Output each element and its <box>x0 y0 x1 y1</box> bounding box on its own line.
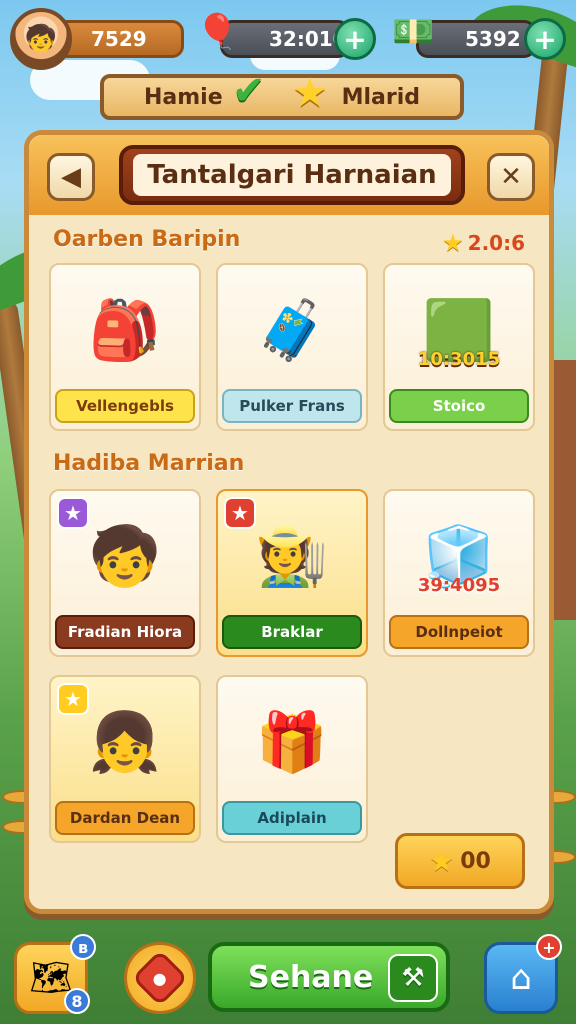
claim-value: 00 <box>460 848 491 874</box>
claim-button[interactable]: ★ 00 <box>395 833 525 889</box>
close-icon: ✕ <box>500 162 522 192</box>
heart-balloon-icon: 🎈 <box>196 12 239 52</box>
star-icon[interactable]: ★ <box>292 70 328 116</box>
card-label: Adiplain <box>222 801 362 835</box>
stop-icon: ● <box>131 949 189 1007</box>
boy-avatar-icon: 🧒 <box>24 24 58 54</box>
character-card[interactable]: ★ 🧑‍🌾 Braklar <box>216 489 368 657</box>
item-card[interactable]: 🟩 10:3015 Stoico <box>383 263 535 431</box>
back-button[interactable]: ◀ <box>47 153 95 201</box>
card-label: Dardan Dean <box>55 801 195 835</box>
home-icon: ⌂ <box>510 958 532 998</box>
timer-counter: 32:010 <box>220 20 350 58</box>
character-icon: 🧒 <box>88 521 162 590</box>
character-icon: 👧 <box>88 707 162 776</box>
close-button[interactable]: ✕ <box>487 153 535 201</box>
notification-badge: 8 <box>64 988 90 1014</box>
star-icon: ★ <box>442 229 464 257</box>
card-label: Braklar <box>222 615 362 649</box>
card-label: Fradian Hiora <box>55 615 195 649</box>
item-card[interactable]: 🧳 Pulker Frans <box>216 263 368 431</box>
notification-badge: + <box>536 934 562 960</box>
bluetooth-badge: ʙ <box>70 934 96 960</box>
card-label: Vellengebls <box>55 389 195 423</box>
add-time-button[interactable]: + <box>334 18 376 60</box>
section-title: Oarben Baripin <box>53 227 241 252</box>
character-card[interactable]: ★ 🧒 Fradian Hiora <box>49 489 201 657</box>
item-card[interactable]: 🎒 Vellengebls <box>49 263 201 431</box>
tools-icon: ⚒ <box>388 954 438 1002</box>
avatar[interactable]: 🧒 <box>10 8 72 70</box>
section-rating: ★ 2.0:6 <box>442 229 525 257</box>
title-plaque: Tantalgari Harnaian <box>119 145 465 205</box>
cash-value: 5392 <box>465 27 521 51</box>
card-timer: 39:4095 <box>417 575 501 596</box>
item-card[interactable]: 🎁 Adiplain <box>216 675 368 843</box>
panel-header: ◀ Tantalgari Harnaian ✕ <box>29 135 549 215</box>
panel-title: Tantalgari Harnaian <box>133 154 451 196</box>
blue-cube-icon: 🧊 <box>422 521 496 590</box>
backpack-icon: 🎒 <box>88 295 162 364</box>
card-label: Pulker Frans <box>222 389 362 423</box>
check-arrow-icon[interactable]: ✔ <box>232 68 266 114</box>
gift-box-icon: 🎁 <box>255 707 329 776</box>
section-title: Hadiba Marrian <box>53 451 245 476</box>
search-button[interactable]: Sehane ⚒ <box>208 942 450 1012</box>
character-card[interactable]: ★ 👧 Dardan Dean <box>49 675 201 843</box>
card-label: Stoico <box>389 389 529 423</box>
main-panel: ◀ Tantalgari Harnaian ✕ Oarben Baripin ★… <box>24 130 554 914</box>
mode-selector: Hamie Mlarid <box>100 74 464 120</box>
item-card[interactable]: 🧊 39:4095 Dollnpeiot <box>383 489 535 657</box>
rating-value: 2.0:6 <box>467 231 525 255</box>
search-label: Sehane <box>248 959 374 995</box>
card-label: Dollnpeiot <box>389 615 529 649</box>
mode-right-label[interactable]: Mlarid <box>342 85 420 110</box>
cash-stack-icon: 💵 <box>392 12 435 52</box>
character-icon: 🧑‍🌾 <box>255 521 329 590</box>
green-block-icon: 🟩 <box>422 295 496 364</box>
star-icon: ★ <box>429 844 455 878</box>
chevron-left-icon: ◀ <box>61 162 81 192</box>
add-cash-button[interactable]: + <box>524 18 566 60</box>
suitcase-icon: 🧳 <box>255 295 329 364</box>
score-value: 7529 <box>91 27 147 51</box>
stop-button[interactable]: ● <box>124 942 196 1014</box>
card-timer: 10:3015 <box>417 349 501 370</box>
mode-left-label[interactable]: Hamie <box>144 85 223 110</box>
top-bar: 🧒 7529 🎈 32:010 + 💵 5392 + <box>8 6 568 70</box>
